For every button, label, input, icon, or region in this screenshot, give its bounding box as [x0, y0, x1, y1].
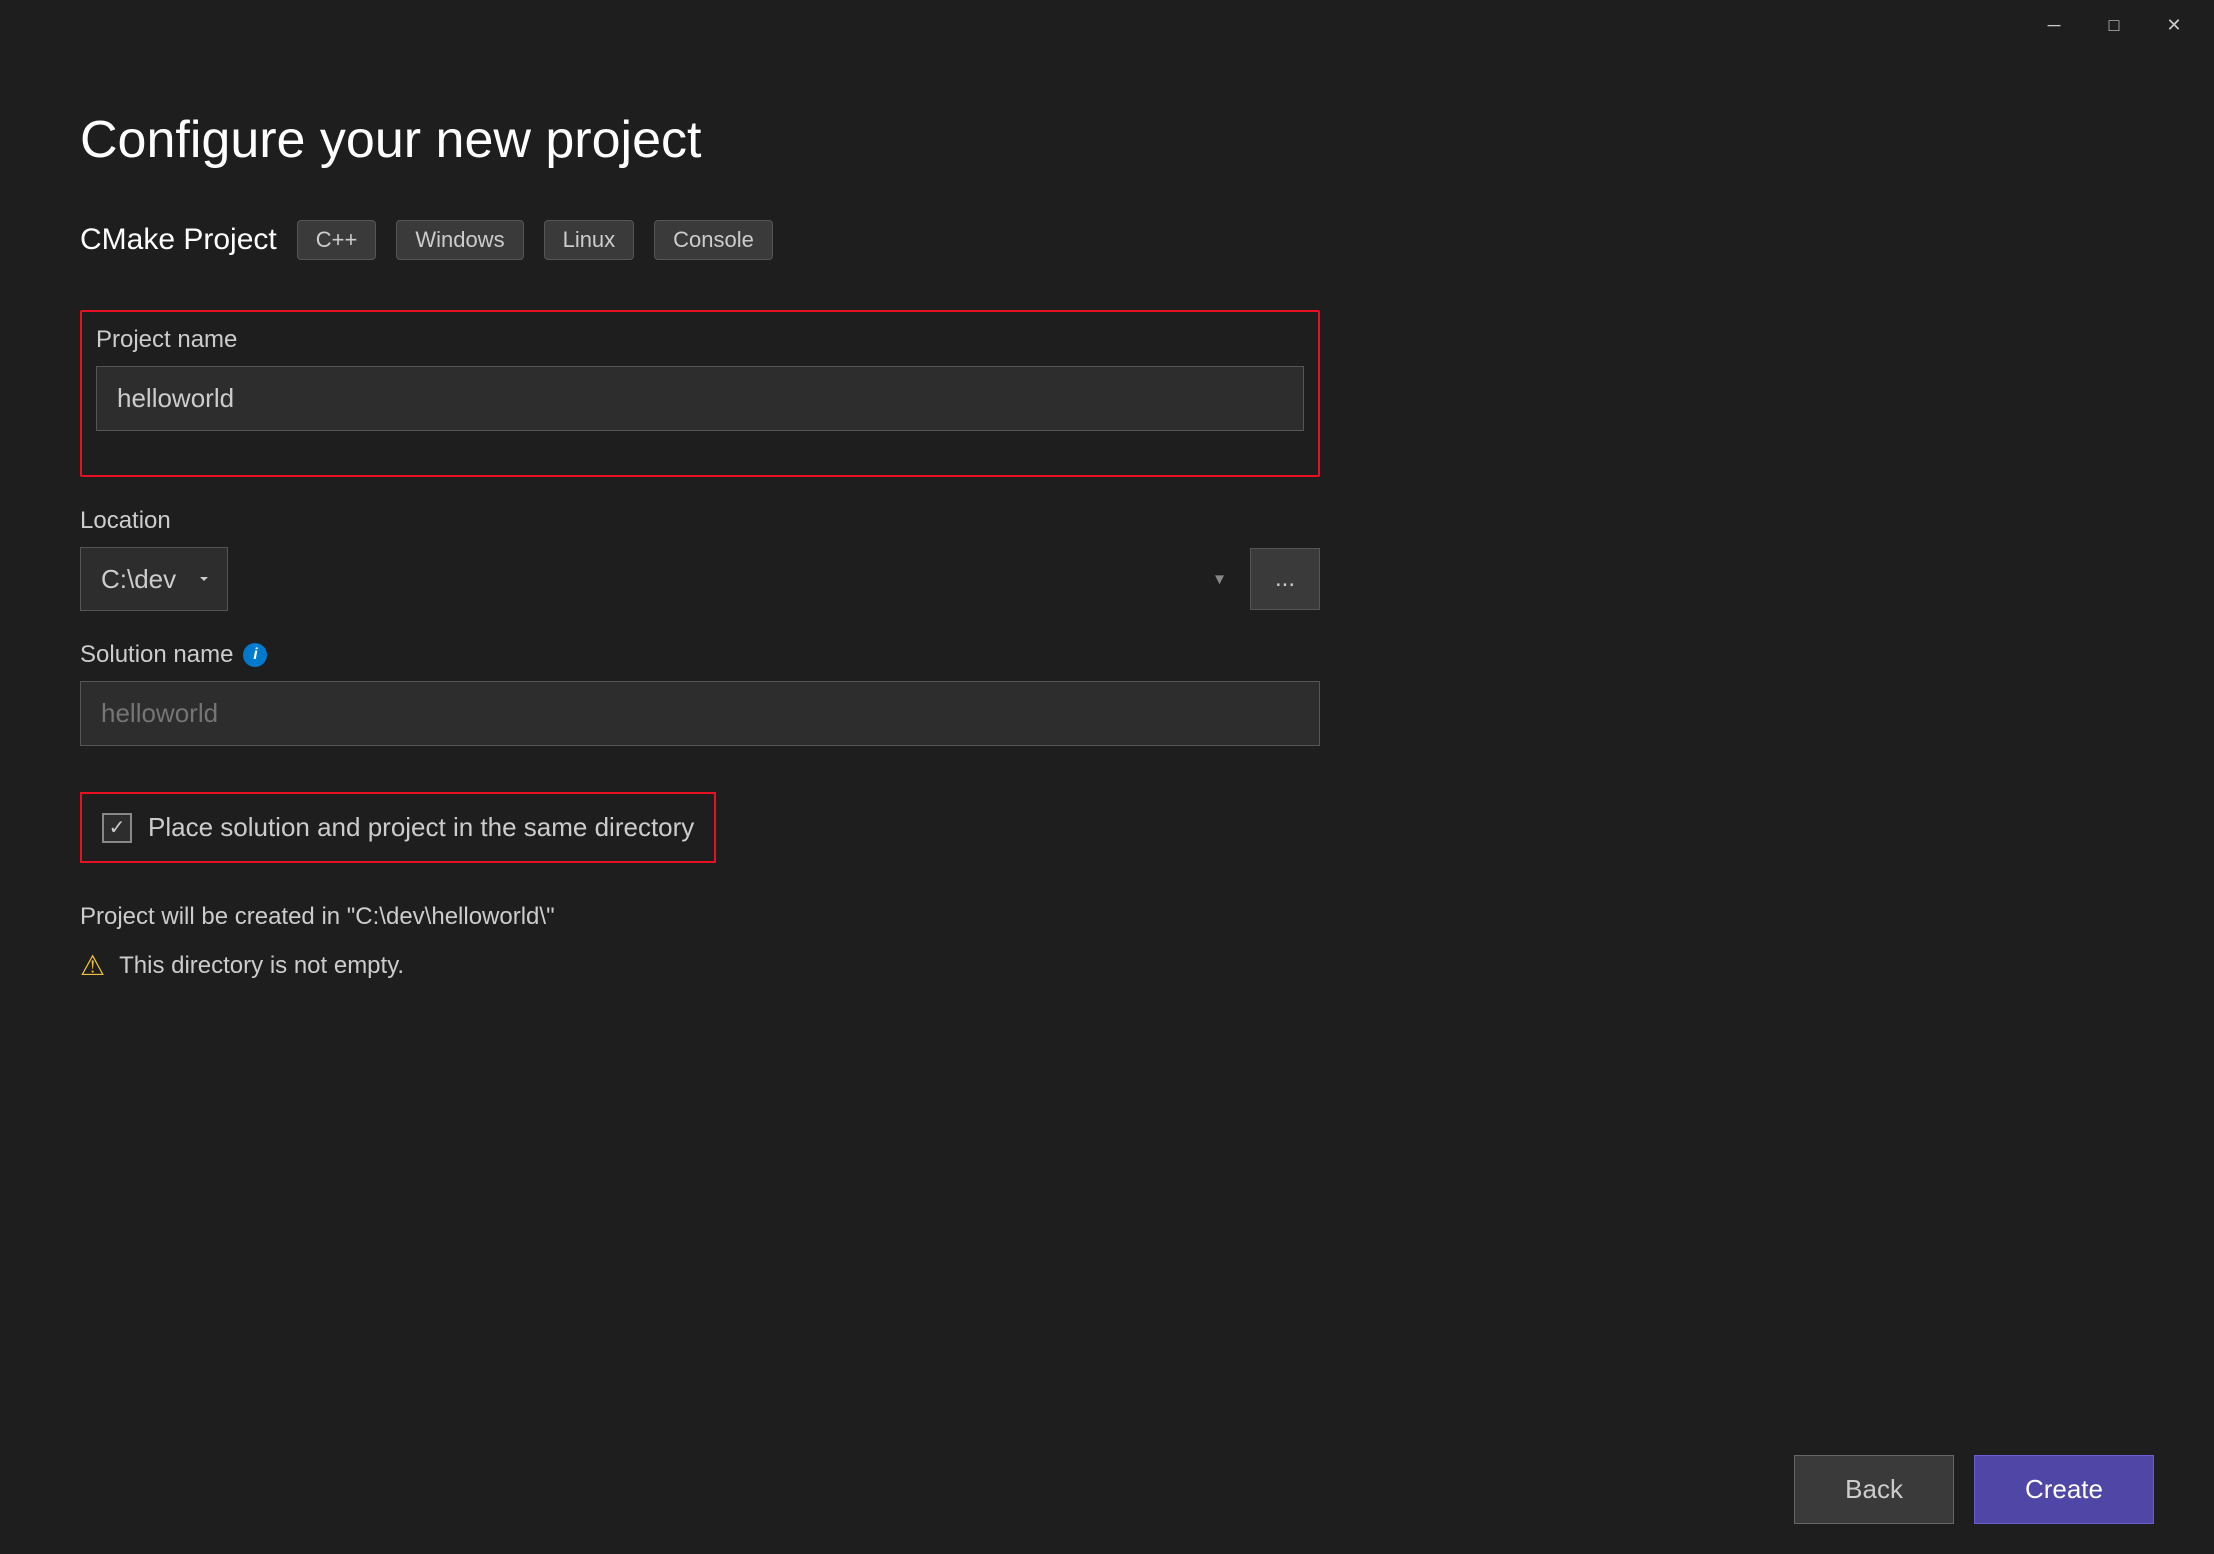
- info-icon[interactable]: i: [243, 643, 267, 667]
- location-wrapper: C:\dev ▾: [80, 547, 1240, 611]
- warning-icon: ⚠: [80, 949, 105, 982]
- same-directory-label: Place solution and project in the same d…: [148, 812, 694, 843]
- warning-row: ⚠ This directory is not empty.: [80, 949, 1320, 982]
- project-type-row: CMake Project C++ Windows Linux Console: [80, 220, 1320, 260]
- solution-name-input[interactable]: [80, 681, 1320, 746]
- tag-linux: Linux: [544, 220, 635, 260]
- main-content: Configure your new project CMake Project…: [0, 50, 1400, 1042]
- titlebar: ─ □ ✕: [0, 0, 2214, 50]
- location-row: C:\dev ▾ ...: [80, 547, 1320, 611]
- project-name-form: Project name: [96, 326, 1304, 431]
- create-button[interactable]: Create: [1974, 1455, 2154, 1524]
- close-button[interactable]: ✕: [2144, 5, 2204, 45]
- maximize-button[interactable]: □: [2084, 5, 2144, 45]
- tag-windows: Windows: [396, 220, 523, 260]
- project-type-label: CMake Project: [80, 223, 277, 257]
- browse-button[interactable]: ...: [1250, 548, 1320, 610]
- tag-console: Console: [654, 220, 773, 260]
- solution-name-label: Solution name i: [80, 641, 1320, 669]
- same-directory-section: Place solution and project in the same d…: [80, 792, 716, 863]
- location-label: Location: [80, 507, 1320, 535]
- dropdown-arrow-icon: ▾: [1215, 569, 1224, 590]
- project-name-section: Project name: [80, 310, 1320, 477]
- same-directory-checkbox[interactable]: [102, 813, 132, 843]
- project-name-label: Project name: [96, 326, 1304, 354]
- project-path-info: Project will be created in "C:\dev\hello…: [80, 903, 1320, 931]
- back-button[interactable]: Back: [1794, 1455, 1954, 1524]
- warning-text: This directory is not empty.: [119, 952, 404, 980]
- page-title: Configure your new project: [80, 110, 1320, 170]
- location-select[interactable]: C:\dev: [80, 547, 228, 611]
- location-section: Location C:\dev ▾ ...: [80, 507, 1320, 611]
- project-name-input[interactable]: [96, 366, 1304, 431]
- tag-cpp: C++: [297, 220, 377, 260]
- minimize-button[interactable]: ─: [2024, 5, 2084, 45]
- solution-name-section: Solution name i: [80, 641, 1320, 746]
- bottom-bar: Back Create: [0, 1425, 2214, 1554]
